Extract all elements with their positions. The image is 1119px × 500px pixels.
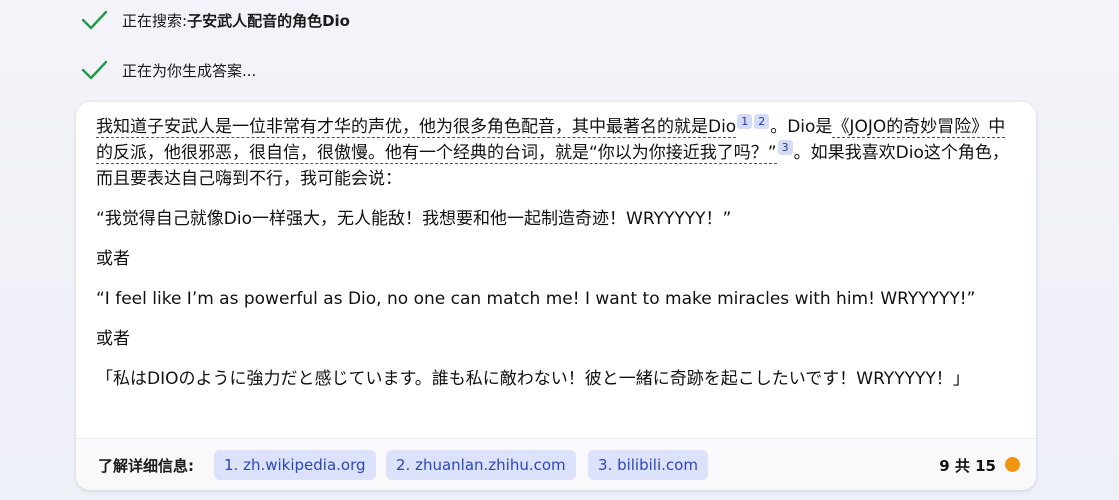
response-counter: 9 共 15 (939, 457, 996, 475)
citation-3[interactable]: 3 (777, 140, 793, 155)
learn-more-label: 了解详细信息: (98, 457, 194, 475)
search-status: 正在搜索: 子安武人配音的角色Dio (80, 6, 350, 34)
answer-card: 我知道子安武人是一位非常有才华的声优，他为很多角色配音，其中最著名的就是Dio 1… (76, 102, 1036, 490)
answer-body: 我知道子安武人是一位非常有才华的声优，他为很多角色配音，其中最著名的就是Dio 1… (96, 114, 1016, 406)
checkmark-icon (81, 60, 108, 80)
source-link-3[interactable]: 3. bilibili.com (588, 450, 708, 480)
cited-text[interactable]: 我知道子安武人是一位非常有才华的声优，他为很多角色配音，其中最著名的就是Dio (96, 117, 737, 138)
citation-1[interactable]: 1 (737, 114, 753, 129)
search-status-label: 正在搜索: (122, 11, 188, 30)
checkmark-icon (81, 10, 108, 30)
answer-text: 。Dio是 (770, 117, 833, 137)
separator-or: 或者 (96, 249, 130, 269)
source-link-1[interactable]: 1. zh.wikipedia.org (214, 450, 376, 480)
separator-or: 或者 (96, 329, 130, 349)
citation-2[interactable]: 2 (754, 114, 770, 129)
quote-chinese: “我觉得自己就像Dio一样强大，无人能敌！我想要和他一起制造奇迹！WRYYYYY… (96, 209, 732, 229)
search-query: 子安武人配音的角色Dio (187, 11, 350, 30)
source-link-2[interactable]: 2. zhuanlan.zhihu.com (386, 450, 576, 480)
generating-status-label: 正在为你生成答案... (122, 61, 257, 80)
sources-bar: 了解详细信息: 1. zh.wikipedia.org 2. zhuanlan.… (76, 438, 1036, 490)
generating-status: 正在为你生成答案... (80, 56, 256, 84)
quote-japanese: 「私はDIOのように強力だと感じています。誰も私に敵わない！彼と一緒に奇跡を起こ… (96, 369, 970, 389)
status-dot-icon (1005, 457, 1020, 472)
quote-english: “I feel like I’m as powerful as Dio, no … (96, 289, 976, 309)
answer-paragraph: 我知道子安武人是一位非常有才华的声优，他为很多角色配音，其中最著名的就是Dio 1… (96, 114, 1016, 192)
